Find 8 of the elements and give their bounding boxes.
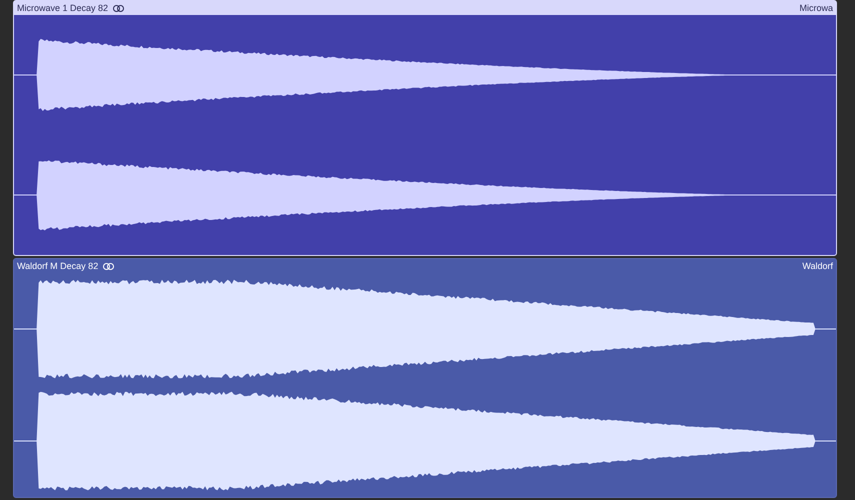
loop-icon — [103, 262, 114, 270]
loop-icon — [113, 4, 124, 12]
region-name: Waldorf M Decay 82 — [17, 262, 98, 270]
region-name: Microwa — [799, 4, 833, 12]
audio-region[interactable]: Microwave 1 Decay 82 Microwa — [13, 0, 837, 256]
region-name: Waldorf — [802, 262, 833, 270]
region-name: Microwave 1 Decay 82 — [17, 4, 108, 12]
audio-region[interactable]: Waldorf M Decay 82 Waldorf — [13, 258, 837, 498]
